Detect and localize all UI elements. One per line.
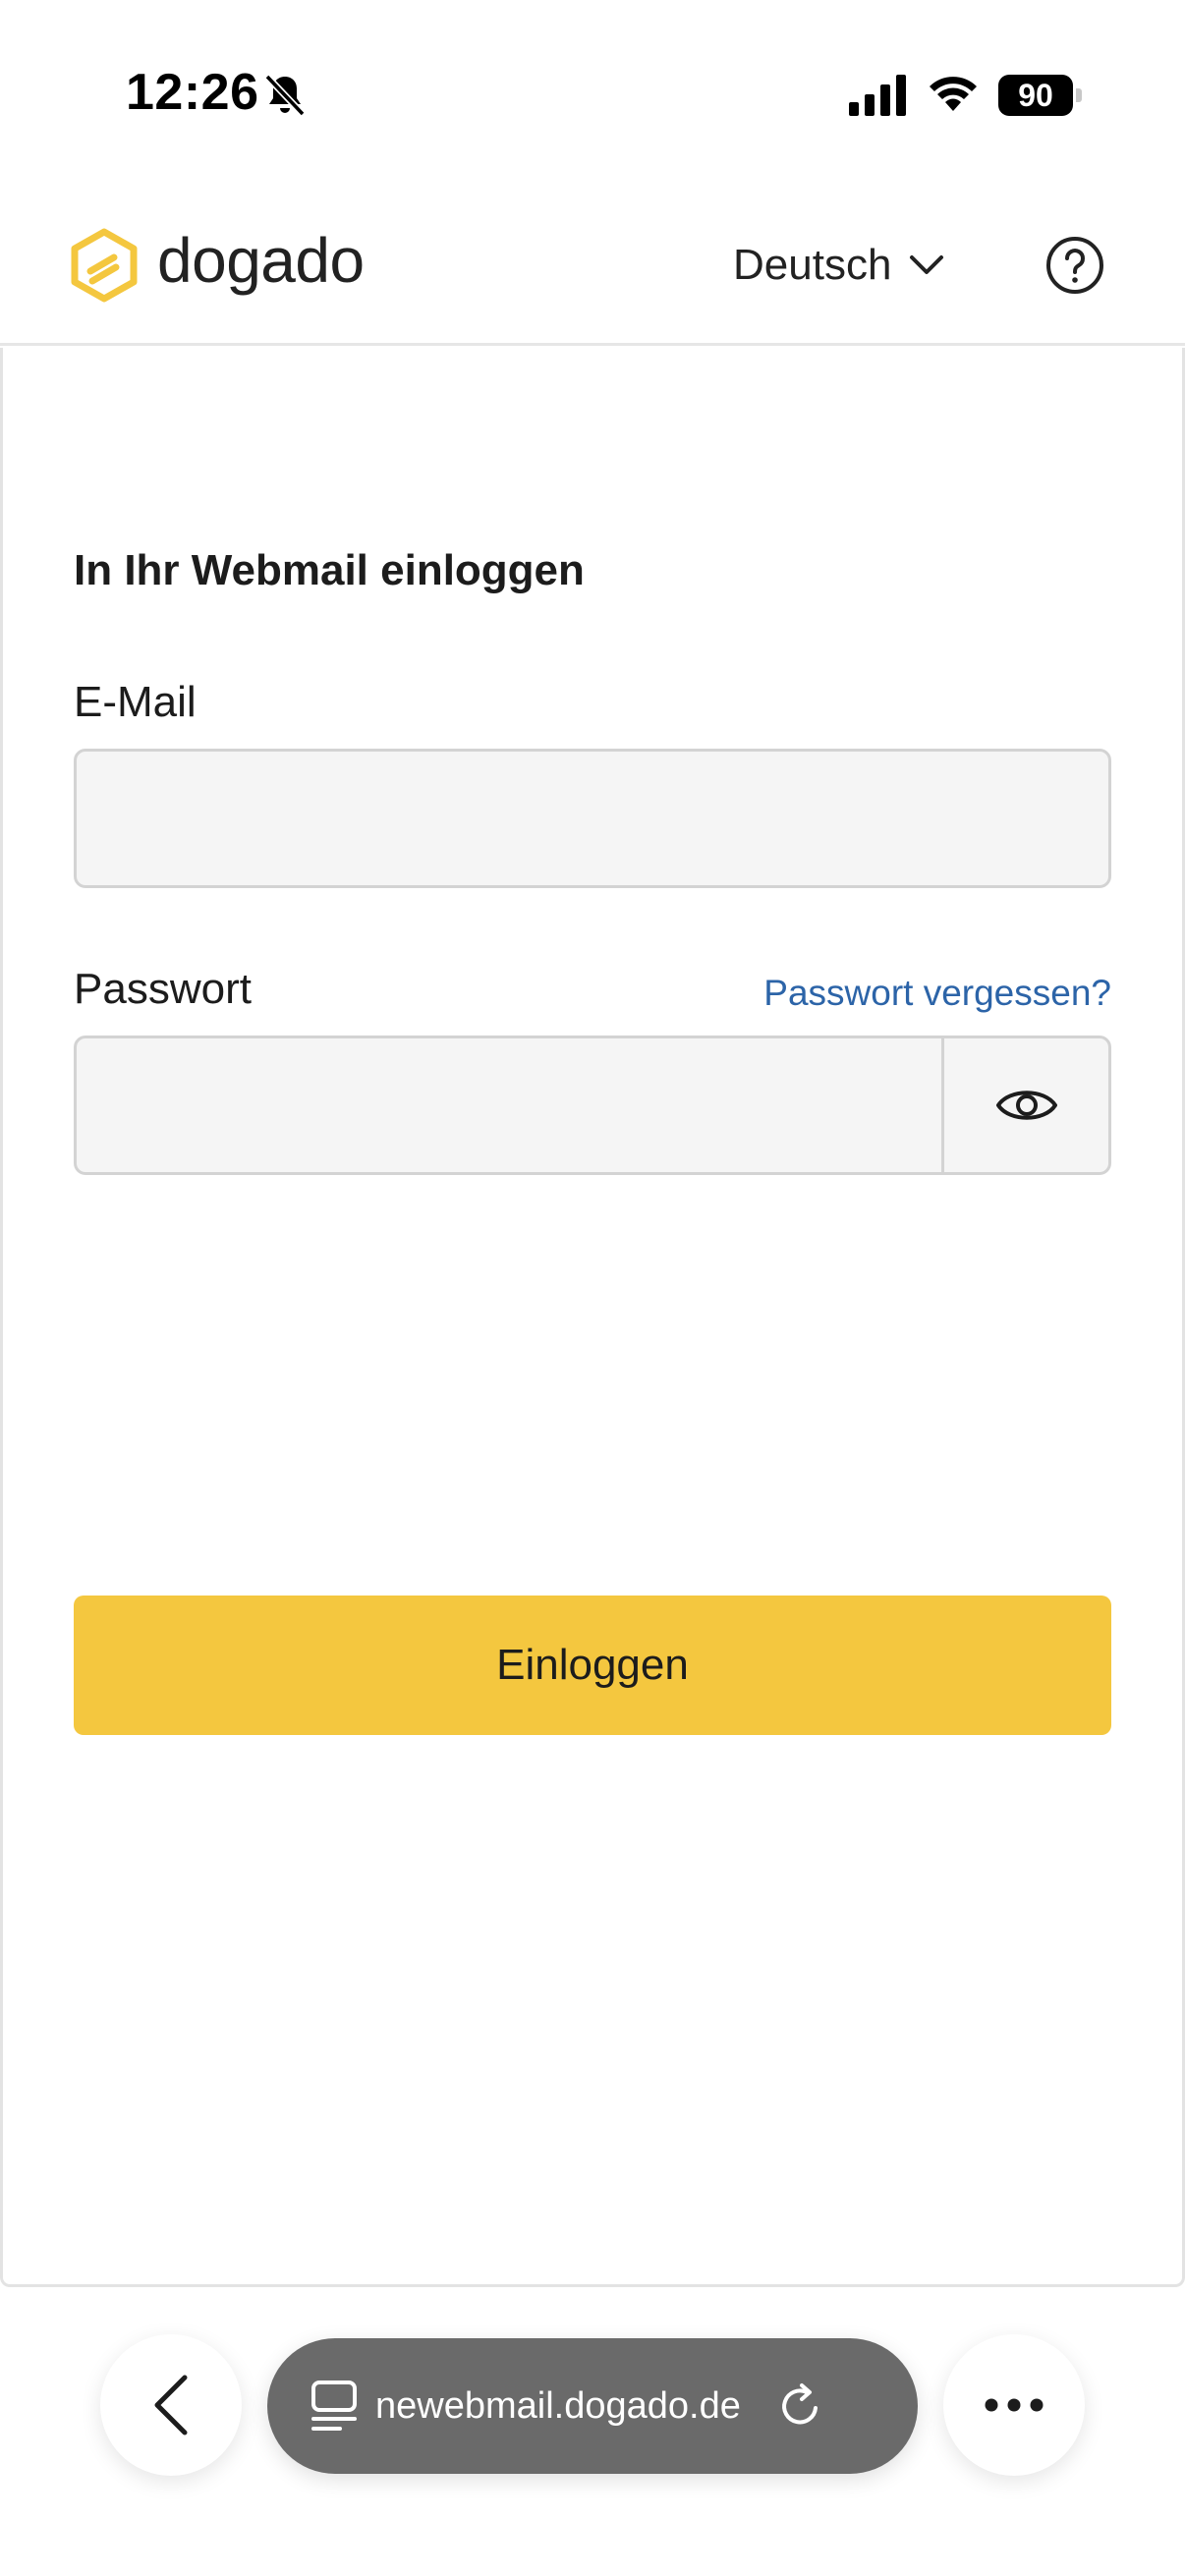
login-button[interactable]: Einloggen (74, 1596, 1111, 1735)
help-icon[interactable] (1045, 236, 1104, 295)
chevron-down-icon (910, 255, 944, 274)
language-select[interactable]: Deutsch (733, 236, 944, 295)
brand-name[interactable]: dogado (157, 224, 365, 297)
bell-slash-icon (264, 74, 306, 117)
password-label: Passwort (74, 965, 252, 1013)
browser-toolbar: newebmail.dogado.de (0, 2289, 1185, 2576)
language-label: Deutsch (733, 241, 892, 289)
tabs-icon[interactable] (310, 2379, 358, 2434)
cellular-signal-icon (849, 75, 906, 116)
dogado-logo-icon (71, 228, 138, 303)
site-header: dogado Deutsch (0, 187, 1185, 346)
email-label: E-Mail (74, 678, 197, 726)
url-text: newebmail.dogado.de (375, 2384, 741, 2427)
login-card (0, 348, 1185, 2287)
forgot-password-link[interactable]: Passwort vergessen? (763, 973, 1111, 1014)
battery-tip (1076, 88, 1082, 102)
battery-level: 90 (1018, 78, 1053, 113)
address-bar[interactable]: newebmail.dogado.de (267, 2338, 918, 2474)
status-bar: 12:26 90 (0, 0, 1185, 187)
back-arrow-icon (154, 2375, 188, 2436)
more-icon (985, 2398, 1044, 2412)
login-title: In Ihr Webmail einloggen (74, 546, 585, 594)
status-time: 12:26 (126, 64, 259, 121)
password-group (74, 1036, 1111, 1175)
wifi-icon (930, 77, 977, 111)
password-field[interactable] (77, 1038, 941, 1172)
battery-icon: 90 (998, 75, 1083, 116)
more-button[interactable] (943, 2334, 1085, 2476)
email-field[interactable] (74, 749, 1111, 888)
eye-icon (995, 1091, 1057, 1120)
back-button[interactable] (100, 2334, 242, 2476)
reload-icon[interactable] (776, 2381, 825, 2431)
show-password-button[interactable] (941, 1038, 1108, 1172)
